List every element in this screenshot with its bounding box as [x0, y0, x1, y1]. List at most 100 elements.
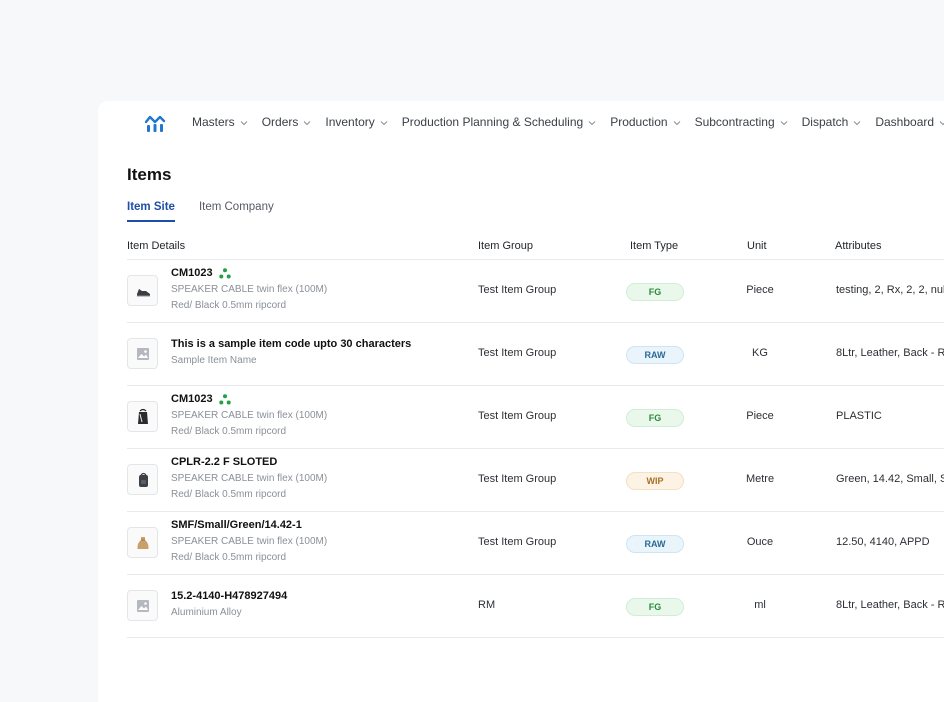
menu-item-label: Dispatch — [801, 115, 849, 129]
header-attributes[interactable]: Attributes — [835, 240, 881, 252]
chevron-down-icon — [304, 120, 311, 125]
menu-item-inventory[interactable]: Inventory — [325, 115, 388, 129]
menu-item-label: Production — [610, 115, 668, 129]
tab-bar: Item Site Item Company — [127, 201, 298, 222]
menu-item-label: Inventory — [325, 115, 375, 129]
item-type-badge: RAW — [626, 346, 684, 364]
item-code-text: CPLR-2.2 F SLOTED — [171, 456, 278, 468]
item-description: SPEAKER CABLE twin flex (100M) — [171, 536, 328, 547]
item-code[interactable]: 15.2-4140-H478927494 — [171, 590, 287, 602]
chevron-down-icon — [853, 120, 861, 125]
variant-tree-icon[interactable] — [218, 393, 231, 405]
menu-item-label: Subcontracting — [694, 115, 775, 129]
menu-item-subcontracting[interactable]: Subcontracting — [695, 115, 788, 129]
tab-item-site[interactable]: Item Site — [127, 201, 175, 222]
item-code[interactable]: CM1023 — [171, 393, 231, 405]
item-attributes: 8Ltr, Leather, Back - Red — [836, 599, 944, 611]
item-description: Red/ Black 0.5mm ripcord — [171, 552, 287, 563]
item-description: Red/ Black 0.5mm ripcord — [171, 300, 287, 311]
chevron-down-icon — [780, 120, 787, 125]
menu-item-label: Dashboard — [875, 115, 935, 129]
chevron-down-icon — [588, 120, 596, 125]
item-thumbnail — [127, 590, 158, 621]
item-attributes: PLASTIC — [836, 410, 882, 422]
item-code[interactable]: SMF/Small/Green/14.42-1 — [171, 519, 302, 531]
item-thumbnail — [127, 338, 158, 369]
item-unit: Metre — [745, 473, 775, 485]
image-placeholder-icon — [136, 347, 149, 360]
items-table: Item Details Item Group Item Type Unit A… — [127, 235, 944, 638]
menu-item-label: Masters — [192, 115, 235, 129]
table-row[interactable]: SMF/Small/Green/14.42-1 SPEAKER CABLE twi… — [127, 512, 944, 575]
item-description: Red/ Black 0.5mm ripcord — [171, 426, 287, 437]
table-row[interactable]: This is a sample item code upto 30 chara… — [127, 323, 944, 386]
table-row[interactable]: CM1023 SPEAKER CABLE twin flex (100M) Red/… — [127, 260, 944, 323]
item-group: RM — [478, 599, 496, 611]
table-header: Item Details Item Group Item Type Unit A… — [127, 235, 944, 260]
item-code-text: SMF/Small/Green/14.42-1 — [171, 519, 302, 531]
menu-item-production[interactable]: Production — [610, 115, 680, 129]
item-type-badge: FG — [626, 409, 684, 427]
sack-icon — [136, 536, 149, 549]
image-placeholder-icon — [136, 599, 149, 612]
menu-item-masters[interactable]: Masters — [192, 115, 248, 129]
table-row[interactable]: 15.2-4140-H478927494 Aluminium Alloy RM FG m… — [127, 575, 944, 638]
item-description: SPEAKER CABLE twin flex (100M) — [171, 284, 328, 295]
item-unit: KG — [752, 347, 768, 359]
menu-item-production-planning-scheduling[interactable]: Production Planning & Scheduling — [402, 115, 596, 129]
header-item-group[interactable]: Item Group — [478, 240, 533, 252]
item-code-text: This is a sample item code upto 30 chara… — [171, 338, 412, 350]
item-thumbnail — [127, 401, 158, 432]
item-type-badge: FG — [626, 283, 684, 301]
item-group: Test Item Group — [478, 347, 557, 359]
tab-item-company[interactable]: Item Company — [199, 201, 274, 222]
table-row[interactable]: CM1023 SPEAKER CABLE twin flex (100M) Red/… — [127, 386, 944, 449]
item-description: Red/ Black 0.5mm ripcord — [171, 489, 287, 500]
item-description: SPEAKER CABLE twin flex (100M) — [171, 410, 328, 421]
main-menu: Masters Orders Inventory Production Plannin… — [192, 115, 944, 129]
page-title: Items — [127, 165, 172, 184]
table-row[interactable]: CPLR-2.2 F SLOTED SPEAKER CABLE twin flex… — [127, 449, 944, 512]
item-type-badge: FG — [626, 598, 684, 616]
menu-item-dashboard[interactable]: Dashboard — [875, 115, 944, 129]
menu-item-orders[interactable]: Orders — [262, 115, 312, 129]
item-thumbnail — [127, 464, 158, 495]
item-unit: Piece — [746, 284, 774, 296]
header-unit[interactable]: Unit — [747, 240, 767, 252]
item-thumbnail — [127, 527, 158, 558]
shoe-icon — [136, 288, 150, 296]
item-description: SPEAKER CABLE twin flex (100M) — [171, 473, 328, 484]
chevron-down-icon — [673, 120, 680, 125]
menu-item-label: Production Planning & Scheduling — [401, 115, 584, 129]
item-unit: Ouce — [746, 536, 774, 548]
item-code-text: CM1023 — [171, 393, 213, 405]
item-unit: Piece — [746, 410, 774, 422]
item-code-text: 15.2-4140-H478927494 — [171, 590, 288, 602]
item-attributes: 12.50, 4140, APPD — [836, 536, 930, 548]
item-description: Aluminium Alloy — [171, 607, 242, 618]
variant-tree-icon[interactable] — [218, 267, 231, 279]
item-thumbnail — [127, 275, 158, 306]
item-unit: ml — [754, 599, 766, 611]
item-attributes: Green, 14.42, Small, SMF — [836, 473, 944, 485]
chevron-down-icon — [939, 120, 944, 125]
bag-icon — [137, 408, 148, 424]
item-attributes: 8Ltr, Leather, Back - Red — [836, 347, 944, 359]
header-item-type[interactable]: Item Type — [630, 240, 678, 252]
item-code[interactable]: CPLR-2.2 F SLOTED — [171, 456, 277, 468]
header-item-details[interactable]: Item Details — [127, 240, 185, 252]
item-code-text: CM1023 — [171, 267, 213, 279]
item-description: Sample Item Name — [171, 355, 257, 366]
app-logo-icon[interactable] — [144, 113, 166, 133]
menu-item-dispatch[interactable]: Dispatch — [802, 115, 862, 129]
item-group: Test Item Group — [478, 536, 557, 548]
item-code[interactable]: This is a sample item code upto 30 chara… — [171, 338, 411, 350]
menu-item-label: Orders — [261, 115, 299, 129]
backpack-icon — [138, 472, 148, 487]
item-attributes: testing, 2, Rx, 2, 2, null — [836, 284, 944, 296]
item-group: Test Item Group — [478, 473, 557, 485]
item-type-badge: WIP — [626, 472, 684, 490]
item-type-badge: RAW — [626, 535, 684, 553]
main-panel: Masters Orders Inventory Production Plannin… — [98, 101, 944, 702]
item-code[interactable]: CM1023 — [171, 267, 231, 279]
